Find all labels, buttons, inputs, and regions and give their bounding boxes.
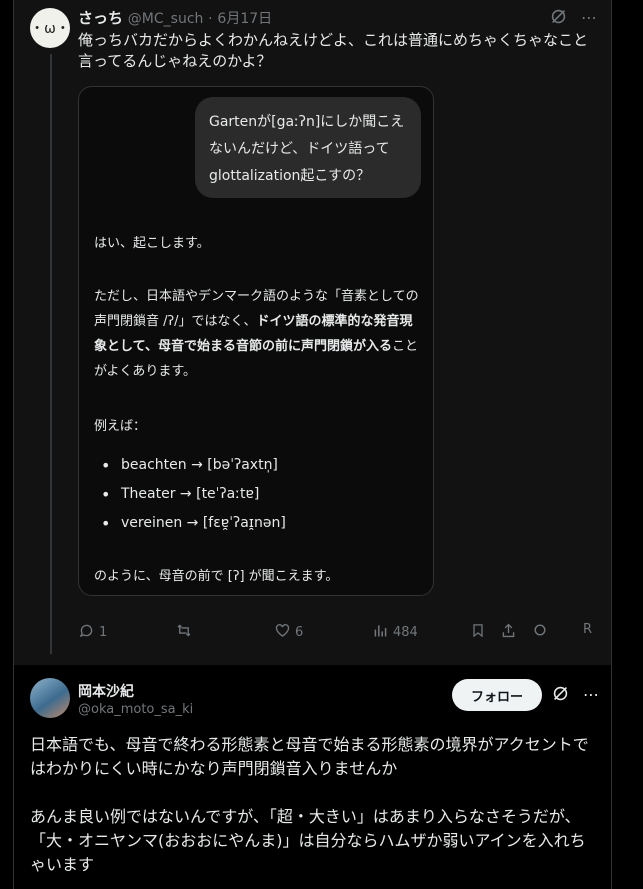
share-button[interactable]	[500, 622, 517, 643]
example-item: Theater → [teˈʔaːtɐ]	[101, 480, 286, 509]
column-right-border	[611, 0, 612, 889]
circle-icon	[532, 622, 548, 642]
example-list: beachten → [bəˈʔaxtn̩] Theater → [teˈʔaː…	[101, 451, 286, 538]
display-name[interactable]: 岡本沙紀	[78, 681, 134, 701]
reply-icon	[78, 622, 95, 643]
like-button[interactable]: 6	[274, 622, 303, 643]
avatar-face: ・ω・	[30, 21, 70, 37]
action-bar: 1 6 484 R	[78, 622, 598, 644]
answer-paragraph: ただし、日本語やデンマーク語のような「音素としての声門閉鎖音 /ʔ/」ではなく、…	[94, 284, 420, 384]
separator: ·	[208, 11, 213, 27]
avatar[interactable]	[30, 678, 70, 718]
analytics-icon	[372, 622, 389, 643]
post-text: 日本語でも、母音で終わる形態素と母音で始まる形態素の境界がアクセントではわかりに…	[30, 735, 589, 874]
example-label: 例えば：	[94, 419, 147, 434]
like-count: 6	[295, 625, 304, 640]
post-header: さっち @MC_such · 6月17日	[78, 7, 272, 28]
post-text: 俺っちバカだからよくわかんねえけどよ、これは普通にめちゃくちゃなこと言ってるんじ…	[78, 31, 589, 70]
extension-label: R	[583, 622, 593, 637]
reply-button[interactable]: 1	[78, 622, 107, 643]
heart-icon	[274, 622, 291, 643]
reply-post[interactable]: 岡本沙紀 @oka_moto_sa_ki フォロー ⋯ 日本語でも、母音で終わる…	[14, 666, 611, 889]
reply-count: 1	[99, 625, 108, 640]
answer-intro: はい、起こします。	[94, 236, 210, 251]
grok-icon[interactable]	[550, 8, 567, 29]
answer-conclusion: のように、母音の前で [ʔ] が聞こえます。	[94, 569, 339, 584]
views-button[interactable]: 484	[372, 622, 418, 643]
extension-button[interactable]: R	[583, 622, 592, 637]
more-options-icon[interactable]: ⋯	[583, 685, 599, 706]
repost-icon	[175, 622, 193, 643]
user-handle[interactable]: @MC_such	[128, 11, 204, 27]
user-handle[interactable]: @oka_moto_sa_ki	[78, 702, 193, 717]
example-item: vereinen → [fɛɐ̯ˈʔaɪ̯nən]	[101, 509, 286, 538]
share-icon	[500, 622, 517, 643]
circle-button[interactable]	[532, 622, 548, 642]
view-count: 484	[393, 625, 418, 640]
follow-button[interactable]: フォロー	[452, 679, 542, 711]
quoted-post[interactable]: ・ω・ さっち @MC_such · 6月17日 ⋯ 俺っちバカだからよくわかん…	[14, 0, 611, 665]
thread-line	[50, 54, 52, 654]
attached-image[interactable]: Gartenが[gaːʔn]にしか聞こえないんだけど、ドイツ語ってglottal…	[78, 86, 434, 596]
bookmark-icon	[470, 622, 486, 643]
avatar[interactable]: ・ω・	[30, 8, 70, 48]
header-icons: ⋯	[552, 685, 599, 706]
user-question-bubble: Gartenが[gaːʔn]にしか聞こえないんだけど、ドイツ語ってglottal…	[195, 97, 421, 198]
example-item: beachten → [bəˈʔaxtn̩]	[101, 451, 286, 480]
more-options-icon[interactable]: ⋯	[581, 8, 597, 29]
repost-button[interactable]	[175, 622, 193, 643]
post-date[interactable]: 6月17日	[217, 11, 272, 27]
grok-icon[interactable]	[552, 685, 569, 706]
bookmark-button[interactable]	[470, 622, 486, 643]
header-icons: ⋯	[550, 8, 597, 29]
display-name[interactable]: さっち	[78, 9, 123, 27]
